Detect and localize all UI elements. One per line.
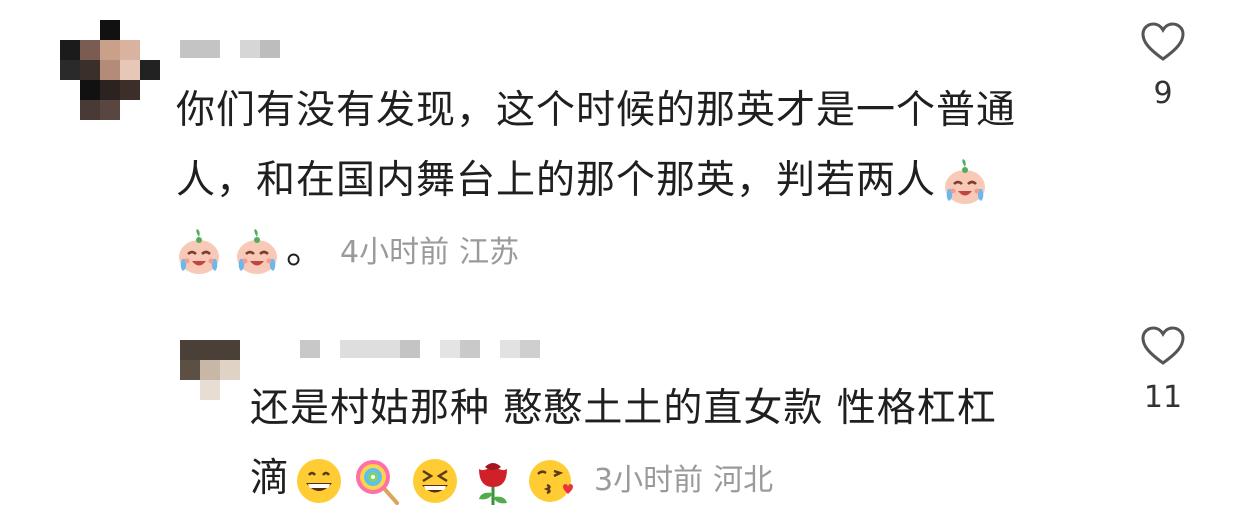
comment-text-line: 滴 3小时前 河北 — [250, 444, 773, 516]
like-count: 9 — [1153, 76, 1173, 111]
comment-text-line: 你们有没有发现，这个时候的那英才是一个普通 — [176, 88, 1017, 133]
comment-text: 人，和在国内舞台上的那个那英，判若两人 — [176, 158, 937, 203]
like-count: 11 — [1143, 380, 1183, 415]
grinning-face-icon — [293, 455, 345, 507]
laughing-squint-face-icon — [409, 455, 461, 507]
comment-text-line: 人，和在国内舞台上的那个那英，判若两人 — [176, 146, 994, 216]
lollipop-icon — [351, 455, 403, 507]
crying-laughing-baby-icon — [939, 157, 991, 209]
avatar[interactable] — [180, 340, 240, 400]
crying-laughing-baby-icon — [231, 227, 283, 279]
comment-text: 。 — [286, 228, 327, 273]
username-redacted[interactable] — [300, 340, 560, 362]
comment-text: 滴 — [250, 456, 291, 501]
like-button[interactable]: 9 — [1133, 22, 1193, 111]
rose-icon — [467, 455, 519, 507]
crying-laughing-baby-icon — [173, 227, 225, 279]
comment-text-line: 。 4小时前 江苏 — [170, 216, 519, 288]
comment-location: 河北 — [713, 462, 774, 498]
comment-text-line: 还是村姑那种 憨憨土土的直女款 性格杠杠 — [250, 386, 997, 431]
heart-icon — [1133, 22, 1193, 62]
kissing-face-icon — [525, 455, 577, 507]
avatar[interactable] — [60, 20, 160, 120]
username-redacted[interactable] — [180, 40, 300, 62]
comment-time: 3小时前 — [594, 462, 704, 498]
like-button[interactable]: 11 — [1133, 326, 1193, 415]
heart-icon — [1133, 326, 1193, 366]
comment-time: 4小时前 — [340, 234, 450, 270]
comment-location: 江苏 — [459, 234, 520, 270]
